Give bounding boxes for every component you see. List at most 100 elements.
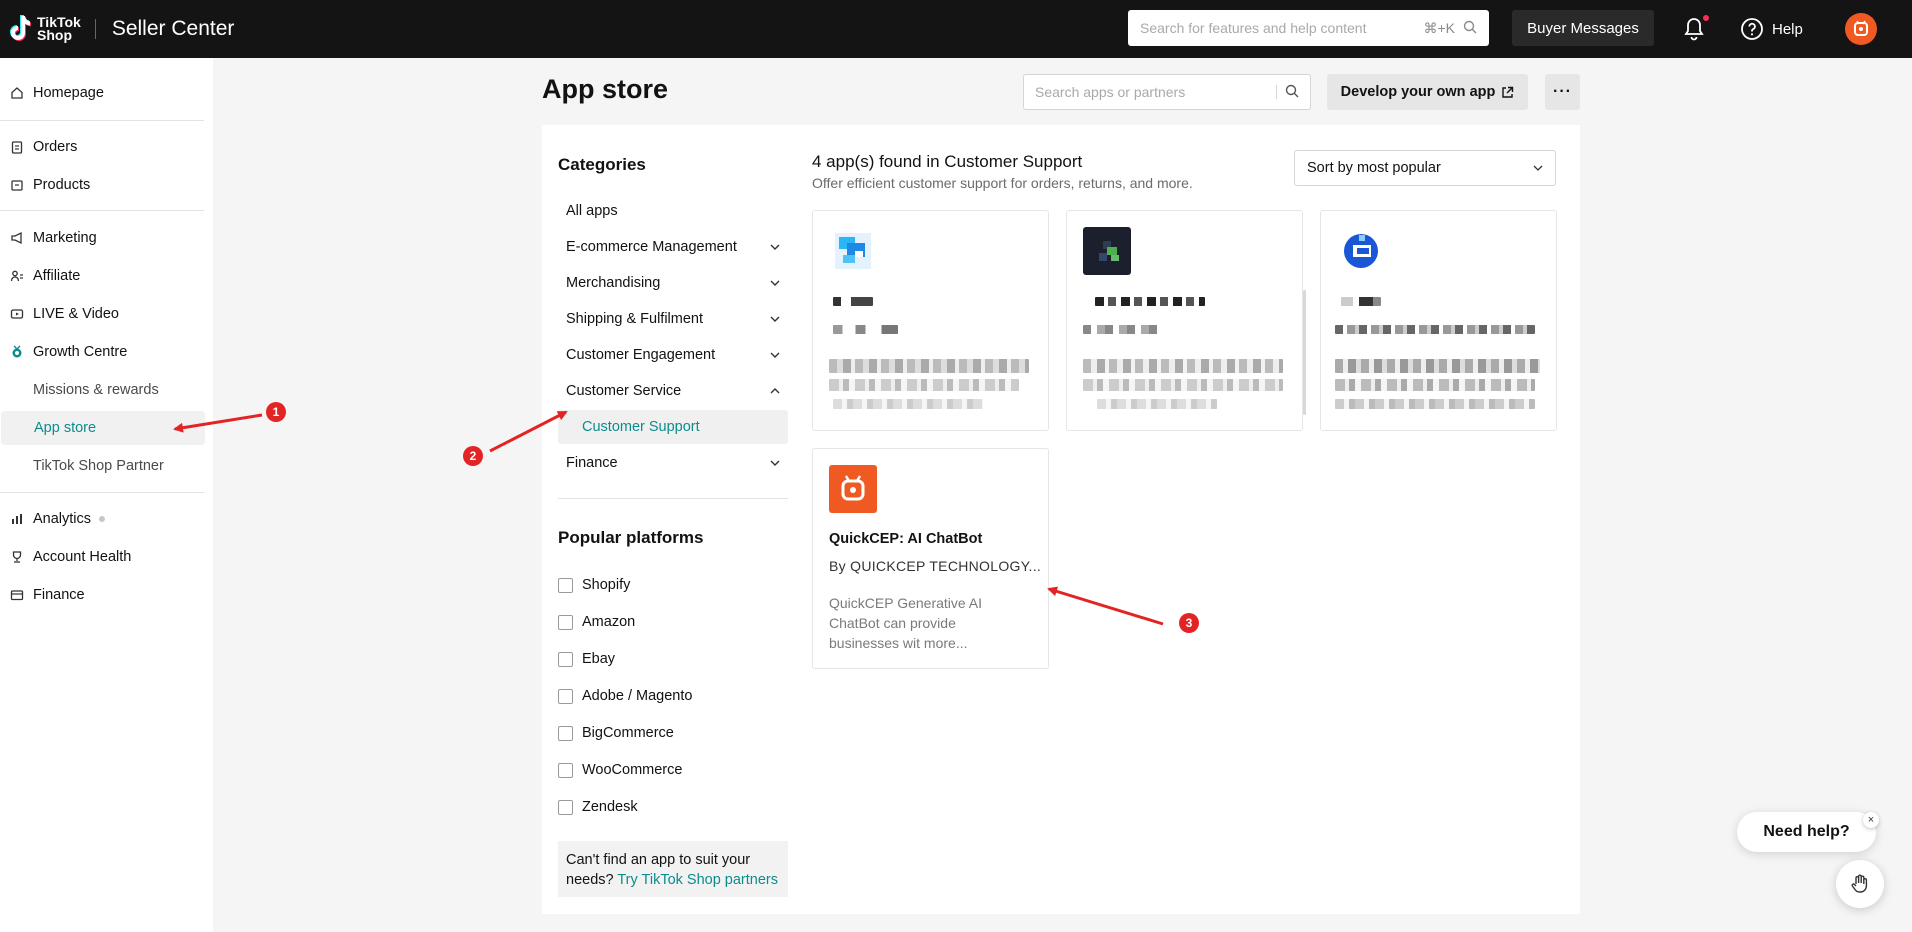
chevron-down-icon bbox=[1533, 165, 1543, 171]
categories-title: Categories bbox=[558, 155, 646, 174]
buyer-messages-button[interactable]: Buyer Messages bbox=[1512, 10, 1654, 46]
tiktok-logo-icon bbox=[8, 14, 32, 44]
checkbox[interactable] bbox=[558, 614, 573, 630]
checkbox[interactable] bbox=[558, 577, 573, 593]
sidebar-item-app-store[interactable]: App store bbox=[1, 411, 205, 445]
sidebar-item-label: Orders bbox=[33, 139, 78, 155]
category-label: E-commerce Management bbox=[566, 239, 737, 255]
platform-zendesk[interactable]: Zendesk bbox=[558, 796, 638, 818]
app-card-quickcep[interactable]: QuickCEP: AI ChatBot By QUICKCEP TECHNOL… bbox=[812, 448, 1049, 669]
sidebar-item-live-video[interactable]: LIVE & Video bbox=[0, 297, 204, 331]
platform-label: Shopify bbox=[582, 577, 631, 593]
checkbox[interactable] bbox=[558, 762, 573, 778]
search-icon[interactable] bbox=[1285, 84, 1299, 101]
logo-line-2: Shop bbox=[37, 27, 72, 43]
scrollbar[interactable] bbox=[1303, 290, 1306, 415]
app-vendor: By QUICKCEP TECHNOLOGY... bbox=[829, 558, 1042, 574]
chart-icon bbox=[10, 512, 24, 526]
chevron-up-icon bbox=[770, 388, 780, 394]
sidebar-item-label: Affiliate bbox=[33, 268, 81, 284]
quickcep-logo-icon bbox=[829, 465, 877, 513]
need-help-bubble[interactable]: Need help? bbox=[1737, 812, 1876, 852]
medal-icon bbox=[10, 345, 24, 359]
chevron-down-icon bbox=[770, 280, 780, 286]
category-customer-support[interactable]: Customer Support bbox=[558, 410, 788, 444]
platform-ebay[interactable]: Ebay bbox=[558, 648, 615, 670]
platform-amazon[interactable]: Amazon bbox=[558, 611, 635, 633]
category-all-apps[interactable]: All apps bbox=[558, 194, 788, 228]
close-icon[interactable]: × bbox=[1863, 812, 1879, 828]
platform-label: WooCommerce bbox=[582, 762, 683, 778]
analytics-status-dot bbox=[99, 516, 106, 522]
checkbox[interactable] bbox=[558, 799, 573, 815]
app-logo bbox=[829, 227, 877, 275]
annotation-marker-2: 2 bbox=[463, 446, 483, 466]
category-finance[interactable]: Finance bbox=[558, 446, 788, 480]
sidebar-item-account-health[interactable]: Account Health bbox=[0, 540, 204, 574]
app-logo bbox=[1083, 227, 1131, 275]
sidebar-divider bbox=[0, 210, 204, 211]
chevron-down-icon bbox=[770, 352, 780, 358]
external-link-icon bbox=[1502, 86, 1514, 98]
results-title: 4 app(s) found in Customer Support bbox=[812, 152, 1083, 171]
platform-bigcommerce[interactable]: BigCommerce bbox=[558, 722, 674, 744]
app-card-blurred[interactable] bbox=[1320, 210, 1557, 431]
category-shipping-fulfilment[interactable]: Shipping & Fulfilment bbox=[558, 302, 788, 336]
help-circle-icon bbox=[1741, 18, 1763, 40]
sort-select[interactable]: Sort by most popular bbox=[1294, 150, 1556, 186]
sidebar-item-label: Missions & rewards bbox=[33, 382, 159, 398]
sidebar-item-finance[interactable]: Finance bbox=[0, 578, 204, 612]
global-search-input[interactable]: Search for features and help content ⌘+K bbox=[1128, 10, 1489, 46]
sidebar-item-orders[interactable]: Orders bbox=[0, 130, 204, 164]
checkbox[interactable] bbox=[558, 651, 573, 667]
sidebar-item-affiliate[interactable]: Affiliate bbox=[0, 259, 204, 293]
checkbox[interactable] bbox=[558, 688, 573, 704]
app-search-placeholder: Search apps or partners bbox=[1035, 84, 1186, 100]
clipboard-icon bbox=[10, 140, 24, 154]
sidebar-item-missions-rewards[interactable]: Missions & rewards bbox=[0, 373, 204, 407]
category-customer-service[interactable]: Customer Service bbox=[558, 374, 788, 408]
chevron-down-icon bbox=[770, 316, 780, 322]
sidebar-item-homepage[interactable]: Homepage bbox=[0, 76, 204, 110]
checkbox[interactable] bbox=[558, 725, 573, 741]
develop-own-app-button[interactable]: Develop your own app bbox=[1327, 74, 1528, 110]
logo-divider bbox=[94, 19, 96, 39]
tiktok-shop-partners-link[interactable]: Try TikTok Shop partners bbox=[617, 872, 778, 888]
wallet-icon bbox=[10, 588, 24, 602]
app-search-input[interactable]: Search apps or partners bbox=[1023, 74, 1311, 110]
category-label: Finance bbox=[566, 455, 618, 471]
more-options-button[interactable]: ··· bbox=[1545, 74, 1580, 110]
develop-own-app-label: Develop your own app bbox=[1340, 84, 1496, 100]
account-avatar[interactable] bbox=[1845, 13, 1877, 45]
help-button[interactable]: Help bbox=[1740, 16, 1803, 42]
category-merchandising[interactable]: Merchandising bbox=[558, 266, 788, 300]
app-name: QuickCEP: AI ChatBot bbox=[829, 531, 983, 547]
sidebar-item-tiktok-shop-partner[interactable]: TikTok Shop Partner bbox=[0, 449, 204, 483]
app-card-blurred[interactable] bbox=[812, 210, 1049, 431]
platform-shopify[interactable]: Shopify bbox=[558, 574, 630, 596]
annotation-marker-1: 1 bbox=[266, 402, 286, 422]
sidebar-item-label: TikTok Shop Partner bbox=[33, 458, 164, 474]
sidebar-item-growth-centre[interactable]: Growth Centre bbox=[0, 335, 204, 369]
sidebar-item-label: Products bbox=[33, 177, 91, 193]
people-icon bbox=[10, 269, 24, 283]
platform-label: Amazon bbox=[582, 614, 636, 630]
sidebar-item-label: Finance bbox=[33, 587, 85, 603]
sidebar-item-products[interactable]: Products bbox=[0, 168, 204, 202]
platform-adobe-magento[interactable]: Adobe / Magento bbox=[558, 685, 692, 707]
sidebar-divider bbox=[0, 120, 204, 121]
sidebar-item-marketing[interactable]: Marketing bbox=[0, 221, 204, 255]
app-card-blurred[interactable] bbox=[1066, 210, 1303, 431]
platforms-title: Popular platforms bbox=[558, 528, 704, 547]
chevron-down-icon bbox=[770, 460, 780, 466]
category-customer-engagement[interactable]: Customer Engagement bbox=[558, 338, 788, 372]
platform-label: Adobe / Magento bbox=[582, 688, 693, 704]
help-chat-button[interactable] bbox=[1836, 860, 1884, 908]
search-divider bbox=[1276, 85, 1277, 99]
search-shortcut: ⌘+K bbox=[1423, 19, 1455, 36]
tiktok-shop-logo[interactable]: TikTok Shop bbox=[8, 14, 81, 44]
category-ecommerce-management[interactable]: E-commerce Management bbox=[558, 230, 788, 264]
sidebar-item-analytics[interactable]: Analytics bbox=[0, 502, 204, 536]
app-logo bbox=[1337, 227, 1385, 275]
platform-woocommerce[interactable]: WooCommerce bbox=[558, 759, 682, 781]
